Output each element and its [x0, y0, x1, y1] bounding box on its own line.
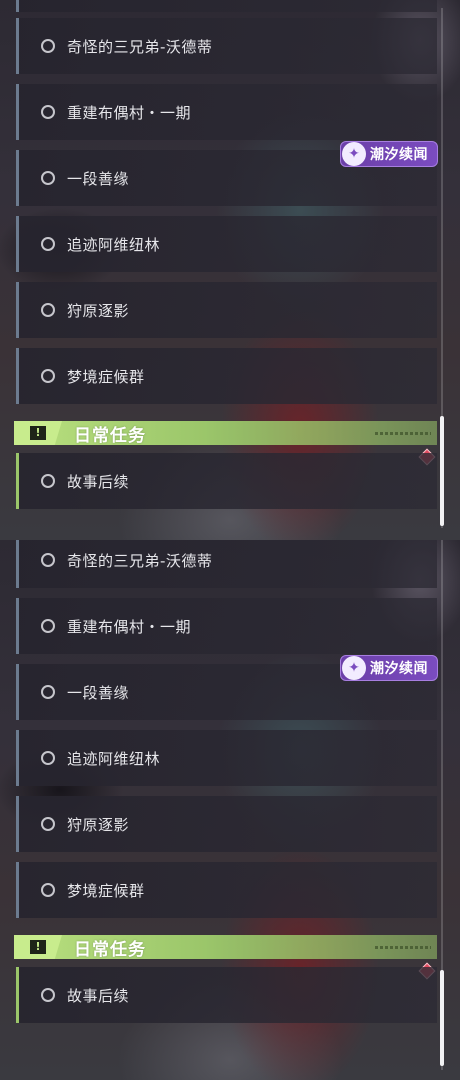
- badge-label: 潮汐续闻: [370, 147, 428, 163]
- quest-status-circle-icon: [41, 105, 55, 119]
- scrollbar-thumb[interactable]: [440, 416, 444, 526]
- daily-flag: !: [14, 421, 62, 445]
- quest-status-circle-icon: [41, 553, 55, 567]
- daily-title: 日常任务: [74, 939, 146, 960]
- quest-item-5[interactable]: 狩原逐影: [16, 796, 437, 852]
- quest-status-circle-icon: [41, 369, 55, 383]
- quest-panel-1: 奇怪的三兄弟-沃德蒂 重建布偶村・一期 一段善缘 追迹阿维纽林 狩原逐影 梦境症…: [0, 0, 460, 540]
- quest-label: 梦境症候群: [67, 367, 145, 386]
- daily-quest-header[interactable]: ! 日常任务: [14, 935, 437, 960]
- quest-label: 奇怪的三兄弟-沃德蒂: [67, 37, 213, 56]
- quest-label: 重建布偶村・一期: [67, 103, 192, 122]
- quest-label: 追迹阿维纽林: [67, 749, 161, 768]
- exclamation-icon: !: [30, 426, 46, 440]
- sparkle-icon: ✦: [342, 142, 366, 166]
- quest-item-partial[interactable]: [16, 0, 437, 12]
- quest-item-1[interactable]: 奇怪的三兄弟-沃德蒂: [16, 540, 437, 588]
- exclamation-icon: !: [30, 940, 46, 954]
- quest-status-circle-icon: [41, 303, 55, 317]
- daily-quest-item[interactable]: 故事后续: [16, 967, 437, 1023]
- quest-item-5[interactable]: 狩原逐影: [16, 282, 437, 338]
- quest-status-circle-icon: [41, 39, 55, 53]
- quest-status-circle-icon: [41, 474, 55, 488]
- daily-quest-item[interactable]: 故事后续: [16, 453, 437, 509]
- quest-status-circle-icon: [41, 685, 55, 699]
- quest-panel-2: 奇怪的三兄弟-沃德蒂 重建布偶村・一期 一段善缘 追迹阿维纽林 狩原逐影 梦境症…: [0, 540, 460, 1080]
- quest-item-2[interactable]: 重建布偶村・一期: [16, 598, 437, 654]
- quest-label: 奇怪的三兄弟-沃德蒂: [67, 551, 213, 570]
- quest-label: 追迹阿维纽林: [67, 235, 161, 254]
- quest-label: 一段善缘: [67, 169, 130, 188]
- quest-status-circle-icon: [41, 883, 55, 897]
- quest-label: 狩原逐影: [67, 301, 130, 320]
- tide-story-badge[interactable]: ✦ 潮汐续闻: [340, 655, 438, 681]
- quest-label: 一段善缘: [67, 683, 130, 702]
- quest-label: 梦境症候群: [67, 881, 145, 900]
- quest-label: 狩原逐影: [67, 815, 130, 834]
- scrollbar-thumb[interactable]: [440, 970, 444, 1066]
- quest-label: 故事后续: [67, 986, 130, 1005]
- quest-status-circle-icon: [41, 619, 55, 633]
- quest-status-circle-icon: [41, 988, 55, 1002]
- quest-label: 重建布偶村・一期: [67, 617, 192, 636]
- tide-story-badge[interactable]: ✦ 潮汐续闻: [340, 141, 438, 167]
- header-decoration: [375, 431, 431, 435]
- quest-label: 故事后续: [67, 472, 130, 491]
- quest-item-6[interactable]: 梦境症候群: [16, 862, 437, 918]
- quest-status-circle-icon: [41, 817, 55, 831]
- quest-item-1[interactable]: 奇怪的三兄弟-沃德蒂: [16, 18, 437, 74]
- daily-title: 日常任务: [74, 425, 146, 446]
- badge-label: 潮汐续闻: [370, 661, 428, 677]
- quest-item-6[interactable]: 梦境症候群: [16, 348, 437, 404]
- header-decoration: [375, 945, 431, 949]
- quest-item-4[interactable]: 追迹阿维纽林: [16, 216, 437, 272]
- quest-status-circle-icon: [41, 751, 55, 765]
- quest-status-circle-icon: [41, 237, 55, 251]
- daily-quest-header[interactable]: ! 日常任务: [14, 421, 437, 446]
- quest-status-circle-icon: [41, 171, 55, 185]
- daily-flag: !: [14, 935, 62, 959]
- quest-item-2[interactable]: 重建布偶村・一期: [16, 84, 437, 140]
- quest-item-4[interactable]: 追迹阿维纽林: [16, 730, 437, 786]
- sparkle-icon: ✦: [342, 656, 366, 680]
